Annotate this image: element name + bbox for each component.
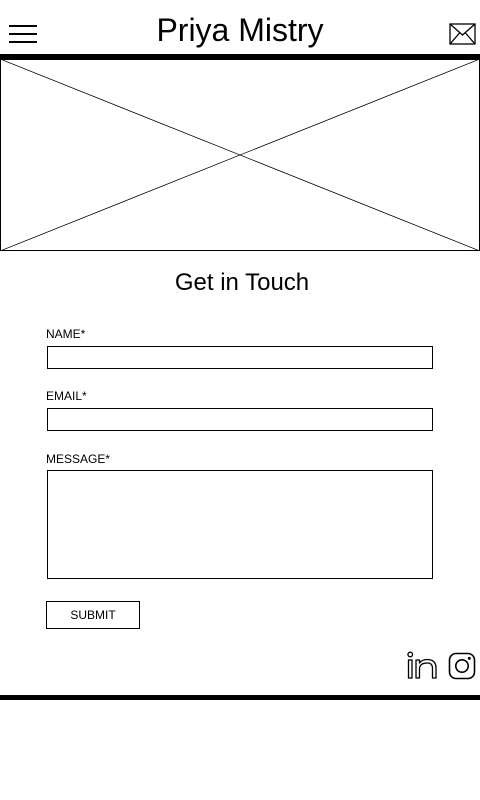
message-label: MESSAGE* [46, 452, 111, 466]
image-placeholder-icon [0, 58, 480, 252]
instagram-link[interactable] [448, 650, 476, 681]
linkedin-icon [407, 651, 437, 679]
footer-divider [0, 695, 480, 700]
message-input[interactable] [47, 470, 433, 579]
envelope-icon [449, 23, 476, 45]
email-input[interactable] [47, 408, 433, 431]
email-label: EMAIL* [46, 389, 87, 403]
site-title: Priya Mistry [156, 12, 324, 48]
linkedin-link[interactable] [407, 650, 438, 681]
name-input[interactable] [47, 346, 433, 369]
submit-button[interactable]: SUBMIT [46, 601, 140, 629]
section-heading: Get in Touch [174, 269, 310, 296]
hero-image-placeholder [0, 58, 480, 252]
mail-button[interactable] [449, 23, 476, 45]
name-label: NAME* [46, 327, 86, 341]
instagram-icon [448, 652, 476, 680]
